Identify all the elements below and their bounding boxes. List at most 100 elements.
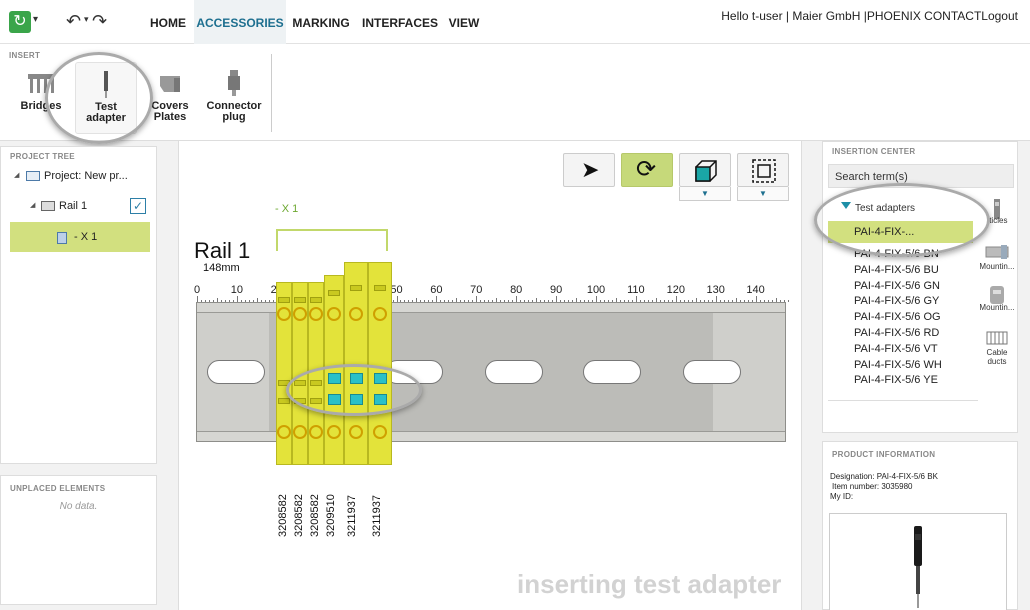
layout-canvas[interactable]: ➤ ⟳ ▼ ▼ - X 1 Rail 1 148mm 0102030405060…	[178, 141, 802, 610]
cube-icon	[693, 158, 719, 189]
tree-item-terminal-strip[interactable]: - X 1	[10, 222, 150, 252]
undo-history-dropdown-icon[interactable]: ▾	[84, 14, 89, 25]
insertion-center-panel: INSERTION CENTER Search term(s) Test ada…	[822, 141, 1018, 433]
ruler-tick-label: 100	[586, 284, 606, 296]
3d-view-tool-button[interactable]	[679, 153, 731, 187]
ruler-tick-label: 10	[230, 284, 244, 296]
insertion-center-title: INSERTION CENTER	[832, 147, 916, 156]
terminal-strip-label[interactable]: - X 1	[275, 203, 298, 215]
category-cable-ducts[interactable]: Cable ducts	[976, 330, 1018, 366]
frame-tool-button[interactable]	[737, 153, 789, 187]
redo-icon[interactable]: ↷	[92, 12, 107, 30]
terminal-slot	[310, 380, 322, 386]
terminal-screw-ring	[373, 425, 387, 439]
terminal-screw-ring	[349, 307, 363, 321]
terminal-block[interactable]	[308, 282, 324, 465]
ruler-tick-label: 60	[430, 284, 443, 296]
test-adapter-photo-icon	[914, 526, 922, 608]
category-mounting-material[interactable]: Mountin...	[976, 285, 1018, 312]
rail-visibility-checkbox[interactable]: ✓	[130, 198, 146, 214]
product-designation: Designation: PAI-4-FIX-5/6 BK	[830, 472, 938, 481]
category-label: rticles	[986, 216, 1008, 225]
terminal-strip-bracket	[276, 229, 388, 251]
terminal-slot	[278, 297, 290, 303]
bridges-label: Bridges	[20, 100, 62, 112]
terminal-block[interactable]	[324, 275, 344, 465]
project-tree-panel: PROJECT TREE ◢ Project: New pr... ◢ Rail…	[0, 146, 157, 464]
connector-plug-button[interactable]: Connector plug	[203, 62, 265, 134]
terminal-slot	[328, 290, 340, 296]
terminal-block[interactable]	[344, 262, 368, 465]
article-number: 3209510	[325, 494, 337, 537]
3d-view-dropdown[interactable]: ▼	[679, 187, 731, 201]
rail-slot	[485, 360, 543, 384]
expand-arrow-icon[interactable]: ◢	[14, 162, 19, 190]
rail-length: 148mm	[203, 262, 240, 274]
category-articles[interactable]: rticles	[976, 198, 1018, 225]
project-tree-title: PROJECT TREE	[10, 152, 75, 161]
tab-accessories[interactable]: ACCESSORIES	[194, 0, 286, 44]
category-mounting-rails[interactable]: Mountin...	[976, 244, 1018, 271]
tab-marking[interactable]: MARKING	[291, 0, 351, 44]
tree-item-project[interactable]: ◢ Project: New pr...	[1, 162, 156, 190]
terminal-slot	[294, 297, 306, 303]
result-item[interactable]: PAI-4-FIX-5/6 RD	[828, 325, 973, 341]
terminal-slot	[350, 285, 362, 291]
app-logo-icon[interactable]: ↻	[9, 11, 31, 33]
status-watermark: inserting test adapter	[517, 569, 782, 599]
result-item-selected[interactable]: PAI-4-FIX-...	[828, 221, 973, 243]
cable-duct-icon	[985, 330, 1009, 346]
tab-interfaces[interactable]: INTERFACES	[362, 0, 438, 44]
rail-slot	[683, 360, 741, 384]
terminal-screw-ring	[293, 425, 307, 439]
ruler-tick-label: 50	[390, 284, 403, 296]
test-adapter-led	[328, 373, 341, 384]
expand-arrow-icon[interactable]: ◢	[30, 192, 35, 220]
terminal-block[interactable]	[368, 262, 392, 465]
result-item[interactable]: PAI-4-FIX-5/6 YE	[828, 372, 973, 388]
terminal-screw-ring	[349, 425, 363, 439]
covers-plates-label: Covers Plates	[151, 100, 189, 123]
undo-icon[interactable]: ↶	[66, 12, 81, 30]
ruler-tick-label: 0	[193, 284, 201, 296]
bridges-button[interactable]: Bridges	[10, 62, 72, 134]
filter-label[interactable]: Test adapters	[855, 203, 915, 214]
article-number: 3208582	[309, 494, 321, 537]
mounting-material-icon	[985, 285, 1009, 304]
tab-home[interactable]: HOME	[143, 0, 193, 44]
search-input[interactable]: Search term(s)	[828, 164, 1014, 188]
covers-plates-button[interactable]: Covers Plates	[139, 62, 201, 134]
terminal-block[interactable]	[276, 282, 292, 465]
result-item[interactable]: PAI-4-FIX-5/6 BU	[828, 262, 973, 278]
result-item[interactable]: PAI-4-FIX-5/6 GN	[828, 278, 973, 294]
ribbon-toolbar: INSERT Bridges Test adapter Covers Plate…	[0, 44, 1030, 141]
article-number: 3208582	[277, 494, 289, 537]
terminal-screw-ring	[277, 425, 291, 439]
app-menu-dropdown-icon[interactable]: ▾	[33, 14, 38, 25]
test-adapter-button[interactable]: Test adapter	[75, 62, 137, 134]
terminal-block[interactable]	[292, 282, 308, 465]
ruler: 0102030405060708090100110120130140	[179, 282, 803, 302]
result-item[interactable]: PAI-4-FIX-5/6 BN	[828, 246, 973, 262]
terminal-slot	[374, 285, 386, 291]
connector-plug-label: Connector plug	[206, 100, 262, 123]
cover-plate-icon	[154, 68, 186, 98]
terminal-screw-ring	[373, 307, 387, 321]
frame-icon	[751, 158, 777, 189]
select-tool-button[interactable]: ➤	[563, 153, 615, 187]
rotate-tool-button[interactable]: ⟳	[621, 153, 673, 187]
test-adapter-led	[350, 394, 363, 405]
frame-dropdown[interactable]: ▼	[737, 187, 789, 201]
cursor-icon: ➤	[581, 157, 600, 182]
bridge-icon	[25, 68, 57, 98]
result-item[interactable]: PAI-4-FIX-5/6 WH	[828, 357, 973, 373]
category-label: Mountin...	[979, 303, 1015, 312]
result-item[interactable]: PAI-4-FIX-5/6 OG	[828, 309, 973, 325]
result-item[interactable]: PAI-4-FIX-5/6 GY	[828, 293, 973, 309]
result-item[interactable]: PAI-4-FIX-5/6 VT	[828, 341, 973, 357]
tree-item-label: Project: New pr...	[44, 170, 128, 182]
test-adapter-led	[328, 394, 341, 405]
app-window: ↻ ▾ ↶ ▾ ↷ HOME ACCESSORIES MARKING INTER…	[0, 0, 1030, 610]
tab-view[interactable]: VIEW	[446, 0, 482, 44]
mounting-rail-icon	[985, 244, 1009, 260]
